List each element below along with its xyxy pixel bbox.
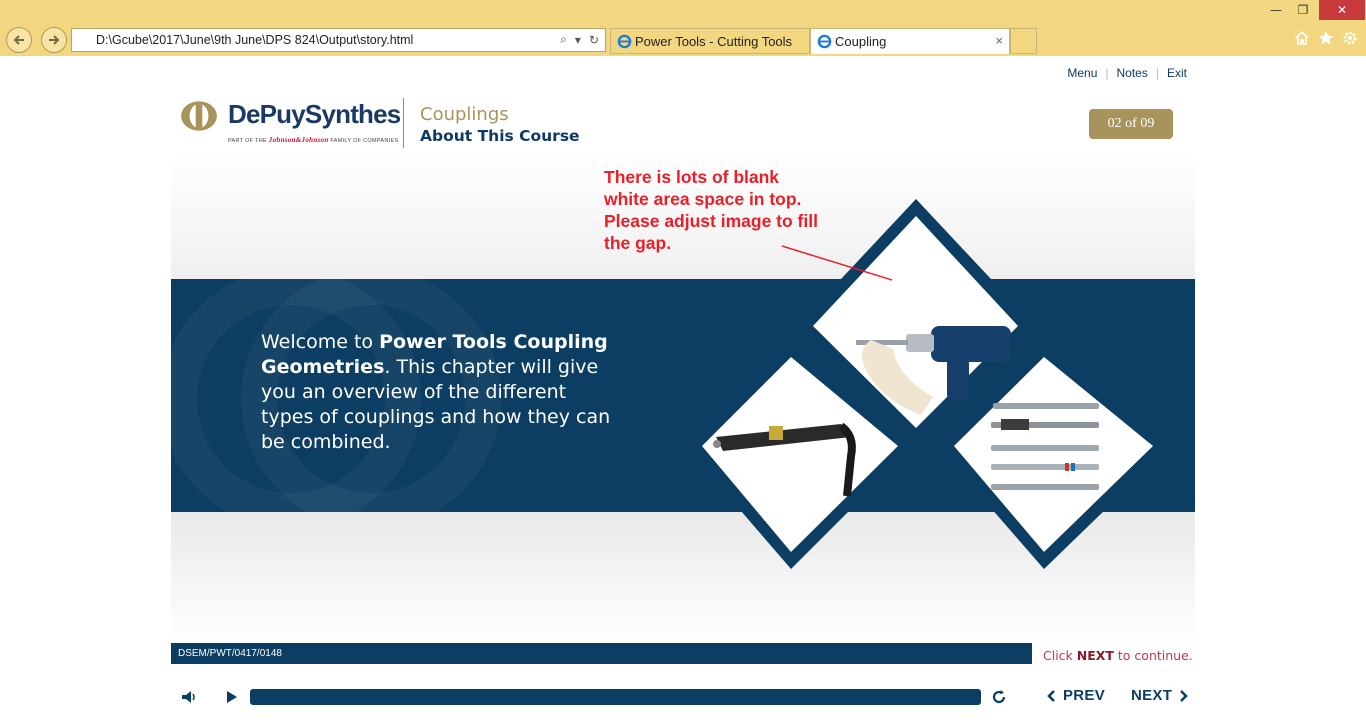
tab-power-tools[interactable]: Power Tools - Cutting Tools [610,28,810,54]
browser-chrome: D:\Gcube\2017\June\9th June\DPS 824\Outp… [0,0,1366,56]
close-tab-icon[interactable]: × [995,33,1003,48]
divider: | [1155,66,1159,80]
next-label: NEXT [1131,687,1173,704]
top-links: Menu | Notes | Exit [1067,66,1187,80]
course-title: Couplings [420,104,509,125]
review-annotation: There is lots of blank white area space … [604,167,818,253]
new-tab-button[interactable] [1010,28,1037,54]
back-button[interactable] [6,27,32,53]
replay-icon[interactable] [989,687,1009,707]
forward-arrow-icon [49,35,60,45]
chevron-left-icon [1047,689,1055,702]
settings-gear-icon[interactable] [1342,30,1358,46]
minimize-button[interactable]: — [1266,0,1286,20]
header-divider [403,98,404,148]
prev-button[interactable]: PREV [1047,687,1105,704]
dropdown-icon[interactable]: ▾ [575,33,581,47]
course-subtitle: About This Course [420,127,580,145]
tab-coupling[interactable]: Coupling × [810,28,1010,54]
continue-hint: Click NEXT to continue. [1043,648,1193,663]
home-icon[interactable] [1294,30,1310,46]
next-button[interactable]: NEXT [1131,687,1188,704]
notes-link[interactable]: Notes [1117,66,1148,80]
address-text: D:\Gcube\2017\June\9th June\DPS 824\Outp… [96,33,414,47]
search-icon[interactable]: ⌕ [560,32,567,47]
volume-icon[interactable] [179,687,199,707]
back-arrow-icon [13,35,24,45]
chevron-right-icon [1180,689,1188,702]
player-controls: PREV NEXT [171,684,1195,710]
restore-button[interactable]: ❐ [1292,0,1314,20]
seek-bar[interactable] [250,689,981,705]
refresh-icon[interactable]: ↻ [589,33,599,47]
favorites-star-icon[interactable] [1318,30,1334,46]
tab-label: Power Tools - Cutting Tools [635,33,793,49]
depuy-synthes-logo: DePuySynthes PART OF THE Johnson&Johnson… [178,98,408,150]
exit-link[interactable]: Exit [1167,66,1187,80]
divider: | [1105,66,1109,80]
ie-icon [817,34,832,49]
play-icon[interactable] [221,687,241,707]
tab-label: Coupling [835,34,887,49]
footer-code-bar: DSEM/PWT/0417/0148 [171,643,1032,664]
logo-tagline: PART OF THE Johnson&Johnson FAMILY OF CO… [228,136,399,144]
course-code: DSEM/PWT/0417/0148 [178,648,282,659]
prev-label: PREV [1063,687,1106,704]
ie-icon [617,34,632,49]
address-bar[interactable]: D:\Gcube\2017\June\9th June\DPS 824\Outp… [71,28,606,52]
menu-link[interactable]: Menu [1067,66,1097,80]
forward-button[interactable] [41,27,67,53]
logo-mark-icon [181,101,217,131]
page-counter-badge: 02 of 09 [1089,109,1173,139]
close-window-button[interactable]: ✕ [1319,0,1365,20]
logo-name: DePuySynthes [228,99,401,129]
